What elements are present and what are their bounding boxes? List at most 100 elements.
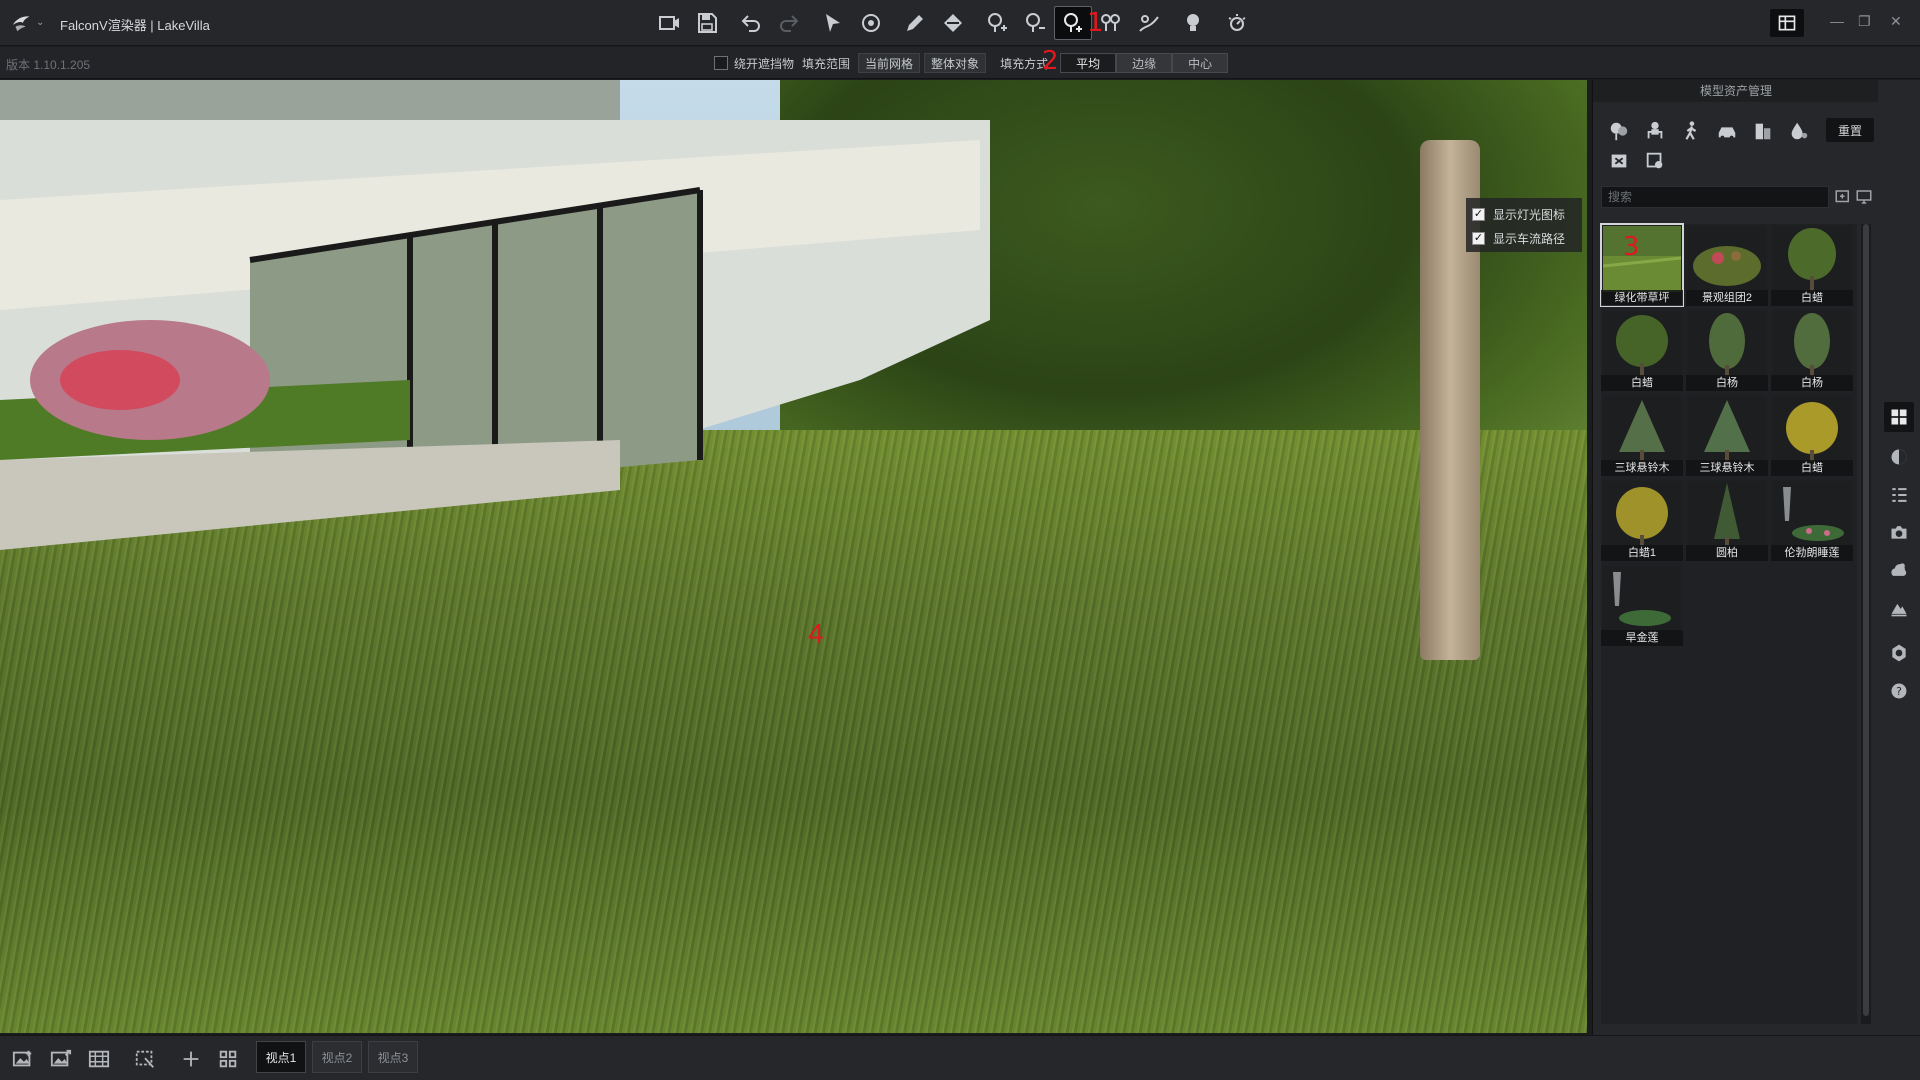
- asset-search-input[interactable]: 搜索: [1601, 186, 1829, 208]
- weather-cloud-icon: [1891, 563, 1907, 576]
- add-viewpoint-button[interactable]: [176, 1044, 206, 1074]
- category-seated-people-button[interactable]: [1637, 116, 1673, 146]
- minimize-icon[interactable]: —: [1830, 13, 1844, 29]
- asset-tile[interactable]: 白杨: [1771, 309, 1853, 391]
- category-furniture-button[interactable]: [1637, 146, 1673, 176]
- asset-tile[interactable]: 伦勃朗睡莲: [1771, 479, 1853, 561]
- batch-export-button[interactable]: [84, 1044, 114, 1074]
- render-viewport[interactable]: 4 ✓ 显示灯光图标 ✓ 显示车流路径: [0, 80, 1587, 1033]
- help-tab[interactable]: ?: [1884, 676, 1914, 706]
- layout-toggle-button[interactable]: [1770, 9, 1804, 37]
- asset-label: 白蜡: [1771, 460, 1853, 476]
- undo-button[interactable]: [732, 6, 770, 40]
- fill-mode-segmented: 平均 边缘 中心: [1060, 53, 1229, 73]
- asset-thumbnail-lawn: [1603, 226, 1681, 292]
- asset-manager-tab[interactable]: [1884, 402, 1914, 432]
- weather-tab[interactable]: [1884, 555, 1914, 585]
- select-tool-button[interactable]: [814, 6, 852, 40]
- building-icon: [1755, 123, 1771, 140]
- fill-mode-average[interactable]: 平均: [1060, 53, 1117, 73]
- category-plants-button[interactable]: [1601, 116, 1637, 146]
- time-of-day-button[interactable]: [1218, 6, 1256, 40]
- asset-tile[interactable]: 白蜡: [1601, 309, 1683, 391]
- asset-tile[interactable]: 旱金莲: [1601, 564, 1683, 646]
- add-image-icon: [12, 1050, 32, 1067]
- side-icon-strip: ?: [1878, 80, 1920, 1035]
- category-vehicles-button[interactable]: [1709, 116, 1745, 146]
- terrain-tab[interactable]: [1884, 593, 1914, 623]
- rotate-view-button[interactable]: [852, 6, 890, 40]
- import-asset-icon[interactable]: [1834, 188, 1852, 206]
- plant-tree-button[interactable]: [978, 6, 1016, 40]
- fill-bucket-button[interactable]: [934, 6, 972, 40]
- category-water-button[interactable]: [1781, 116, 1817, 146]
- reset-button[interactable]: 重置: [1826, 118, 1874, 142]
- avoid-obstacles-label: 绕开遮挡物: [734, 56, 795, 71]
- viewpoint-tab-1[interactable]: 视点1: [256, 1041, 306, 1073]
- settings-tab[interactable]: [1884, 638, 1914, 668]
- annotation-marker-3: 3: [1623, 232, 1640, 262]
- category-buildings-button[interactable]: [1745, 116, 1781, 146]
- show-traffic-path-checkbox[interactable]: ✓: [1472, 232, 1485, 245]
- category-walking-people-button[interactable]: [1673, 116, 1709, 146]
- asset-tile[interactable]: 白杨: [1686, 309, 1768, 391]
- camera-tab[interactable]: [1884, 517, 1914, 547]
- pen-tool-button[interactable]: [896, 6, 934, 40]
- show-traffic-path-toggle[interactable]: ✓ 显示车流路径: [1472, 230, 1565, 247]
- fill-mode-center[interactable]: 中心: [1172, 53, 1229, 73]
- show-light-icons-checkbox[interactable]: ✓: [1472, 208, 1485, 221]
- asset-tile[interactable]: 绿化带草坪: [1600, 223, 1684, 307]
- plant-path-button[interactable]: [1130, 6, 1168, 40]
- light-button[interactable]: [1174, 6, 1212, 40]
- asset-label: 伦勃朗睡莲: [1771, 545, 1853, 561]
- asset-thumbnail-tree: [1603, 311, 1681, 377]
- asset-tile[interactable]: 景观组团2: [1686, 224, 1768, 306]
- viewport-villa: [0, 80, 990, 550]
- asset-tile[interactable]: 三球悬铃木: [1601, 394, 1683, 476]
- add-image-button[interactable]: [8, 1044, 38, 1074]
- asset-thumbnail-tree: [1688, 311, 1766, 377]
- asset-scrollbar-thumb[interactable]: [1863, 224, 1869, 1016]
- title-bar: ⌄ FalconV渲染器 | LakeVilla 1 — ❐ ✕: [0, 0, 1920, 46]
- asset-thumbnail-tree: [1773, 226, 1851, 292]
- asset-tile[interactable]: 三球悬铃木: [1686, 394, 1768, 476]
- asset-tile[interactable]: 白蜡: [1771, 394, 1853, 476]
- avoid-obstacles-checkbox[interactable]: [714, 56, 728, 70]
- layers-tab[interactable]: [1884, 480, 1914, 510]
- show-light-icons-toggle[interactable]: ✓ 显示灯光图标: [1472, 206, 1565, 223]
- asset-tile[interactable]: 圆柏: [1686, 479, 1768, 561]
- region-render-button[interactable]: [130, 1044, 160, 1074]
- current-grid-button[interactable]: 当前网格: [858, 53, 921, 73]
- save-button[interactable]: [688, 6, 726, 40]
- fill-mode-edge[interactable]: 边缘: [1116, 53, 1173, 73]
- category-lights-button[interactable]: [1601, 146, 1637, 176]
- asset-label: 白蜡1: [1601, 545, 1683, 561]
- export-image-button[interactable]: [46, 1044, 76, 1074]
- asset-label: 景观组团2: [1686, 290, 1768, 306]
- restore-icon[interactable]: ❐: [1858, 13, 1871, 30]
- people-sitting-icon: [1647, 121, 1663, 139]
- plant-remove-button[interactable]: [1016, 6, 1054, 40]
- asset-label: 白杨: [1771, 375, 1853, 391]
- viewpoint-grid-button[interactable]: [213, 1044, 243, 1074]
- grid-view-icon: [219, 1050, 237, 1068]
- asset-tile[interactable]: 白蜡1: [1601, 479, 1683, 561]
- whole-object-button[interactable]: 整体对象: [924, 53, 987, 73]
- camera-capture-button[interactable]: [650, 6, 688, 40]
- asset-tile[interactable]: 白蜡: [1771, 224, 1853, 306]
- camera-icon: [1891, 526, 1907, 539]
- viewpoint-tab-3[interactable]: 视点3: [368, 1041, 418, 1073]
- viewpoint-tab-2[interactable]: 视点2: [312, 1041, 362, 1073]
- close-icon[interactable]: ✕: [1890, 13, 1902, 30]
- vehicle-icon: [1718, 127, 1736, 140]
- asset-display-icon[interactable]: [1855, 188, 1873, 206]
- select-arrow-icon: [826, 14, 840, 32]
- panel-title: 模型资产管理: [1593, 80, 1879, 102]
- app-menu-caret-icon[interactable]: ⌄: [36, 17, 44, 28]
- pen-icon: [907, 15, 923, 31]
- environment-tab[interactable]: [1884, 442, 1914, 472]
- viewport-overlay-options: ✓ 显示灯光图标 ✓ 显示车流路径: [1466, 198, 1582, 252]
- redo-button[interactable]: [770, 6, 808, 40]
- app-logo-icon[interactable]: [10, 12, 32, 34]
- settings-gear-icon: [1892, 644, 1906, 662]
